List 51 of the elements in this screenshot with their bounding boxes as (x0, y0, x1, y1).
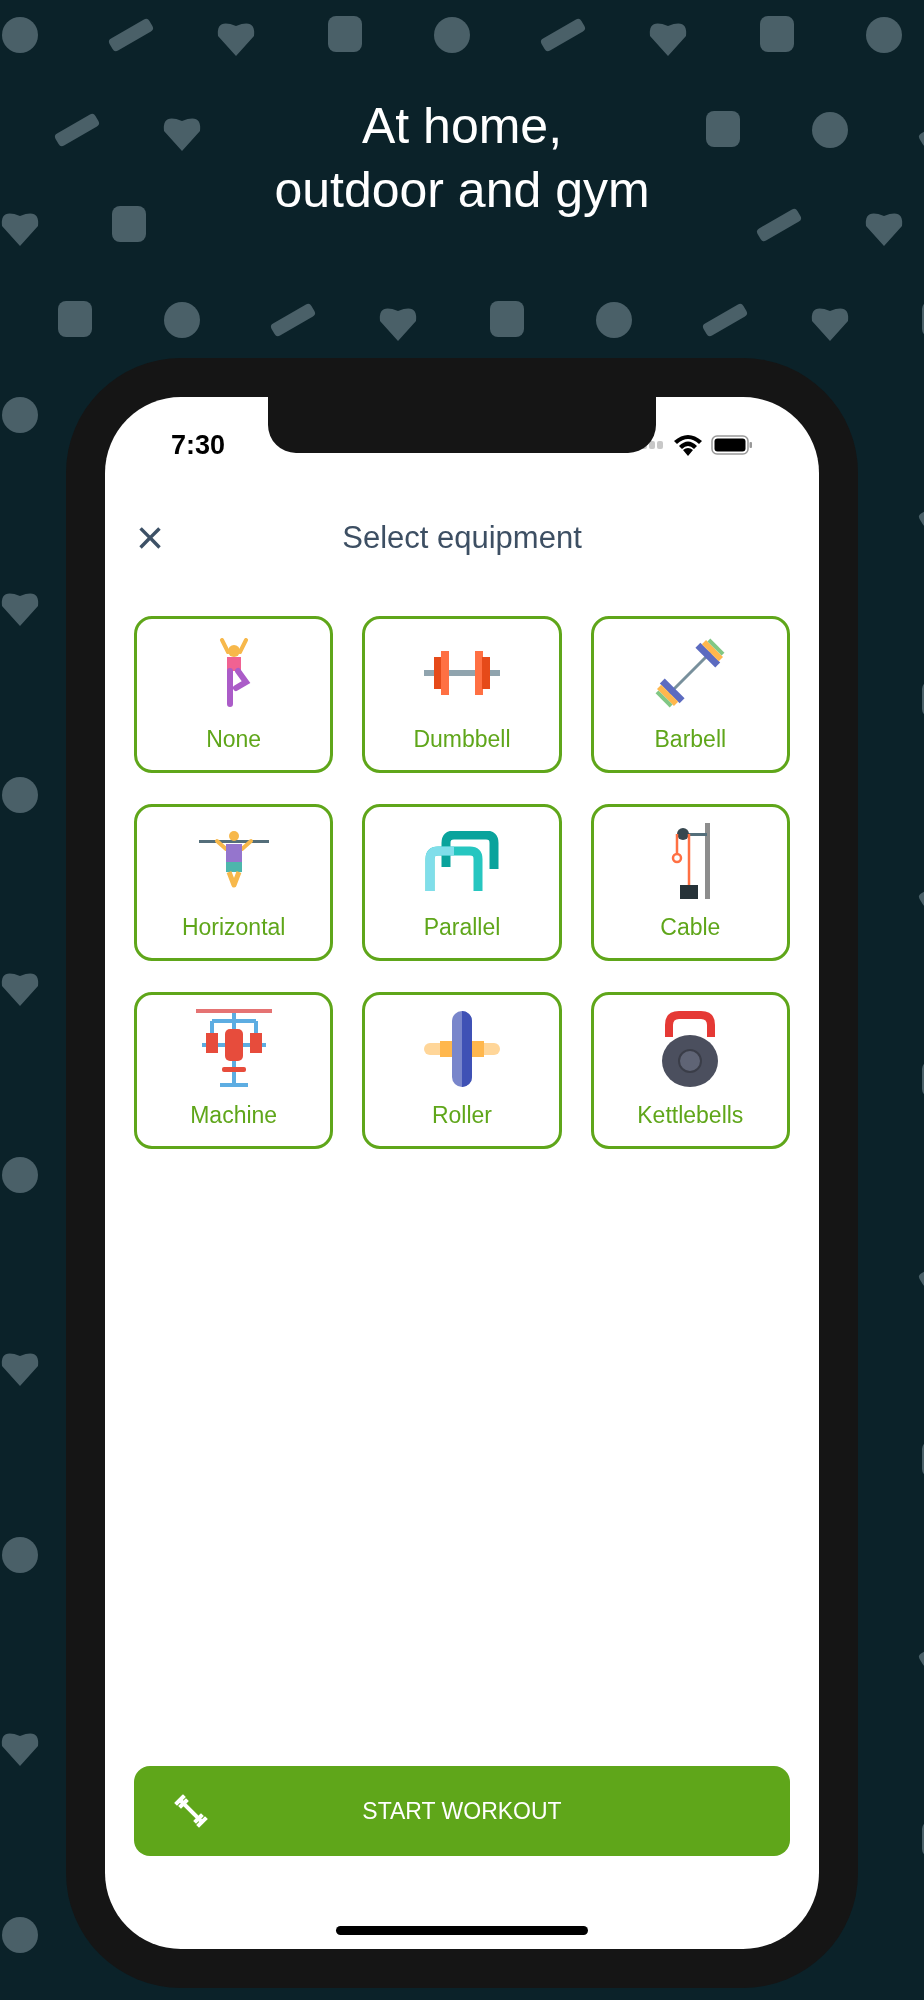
ball-icon (2, 777, 38, 813)
ball-icon (2, 1537, 38, 1573)
equipment-card[interactable]: None (134, 616, 334, 773)
dumbbell-icon (174, 1794, 208, 1828)
heart-icon (1, 213, 39, 246)
equipment-card[interactable]: Roller (362, 992, 562, 1149)
screen-title: Select equipment (342, 518, 582, 557)
gym-machine-icon (195, 1008, 272, 1089)
ball-icon (2, 1917, 38, 1953)
close-button[interactable]: × (135, 520, 165, 556)
equipment-card[interactable]: Barbell (590, 616, 790, 773)
status-time: 7:30 (171, 428, 226, 462)
ball-icon (866, 17, 902, 53)
square-icon (112, 206, 146, 242)
heart-icon (217, 23, 255, 56)
square-icon (490, 301, 524, 337)
square-icon (328, 16, 362, 52)
equipment-card[interactable]: Horizontal (134, 804, 334, 961)
dumbbell-icon (424, 648, 500, 697)
ball-icon (596, 302, 632, 338)
heart-icon (1, 1353, 39, 1386)
heart-icon (163, 118, 201, 151)
heart-icon (1, 973, 39, 1006)
heart-icon (649, 23, 687, 56)
square-icon (760, 16, 794, 52)
ball-icon (2, 397, 38, 433)
heart-icon (1, 1733, 39, 1766)
wifi-icon (673, 434, 703, 456)
equipment-card[interactable]: Machine (134, 992, 334, 1149)
heart-icon (379, 308, 417, 341)
ball-icon (2, 17, 38, 53)
barbell-icon (655, 637, 726, 708)
headline: At home, outdoor and gym (274, 97, 650, 220)
square-icon (58, 301, 92, 337)
ball-icon (434, 17, 470, 53)
heart-icon (1, 593, 39, 626)
equipment-card[interactable]: Cable (590, 804, 790, 961)
parallel-bars-icon (424, 830, 500, 891)
start-workout-button[interactable]: START WORKOUT (134, 1766, 790, 1856)
battery-icon (711, 435, 753, 455)
ball-icon (164, 302, 200, 338)
pull-up-figure-icon (198, 830, 269, 891)
ball-icon (2, 1157, 38, 1193)
equipment-card[interactable]: Kettlebells (590, 992, 790, 1149)
ab-roller-icon (424, 1010, 500, 1087)
equipment-card[interactable]: Dumbbell (362, 616, 562, 773)
square-icon (706, 111, 740, 147)
ball-icon (812, 112, 848, 148)
heart-icon (811, 308, 849, 341)
equipment-card[interactable]: Parallel (362, 804, 562, 961)
heart-icon (865, 213, 903, 246)
